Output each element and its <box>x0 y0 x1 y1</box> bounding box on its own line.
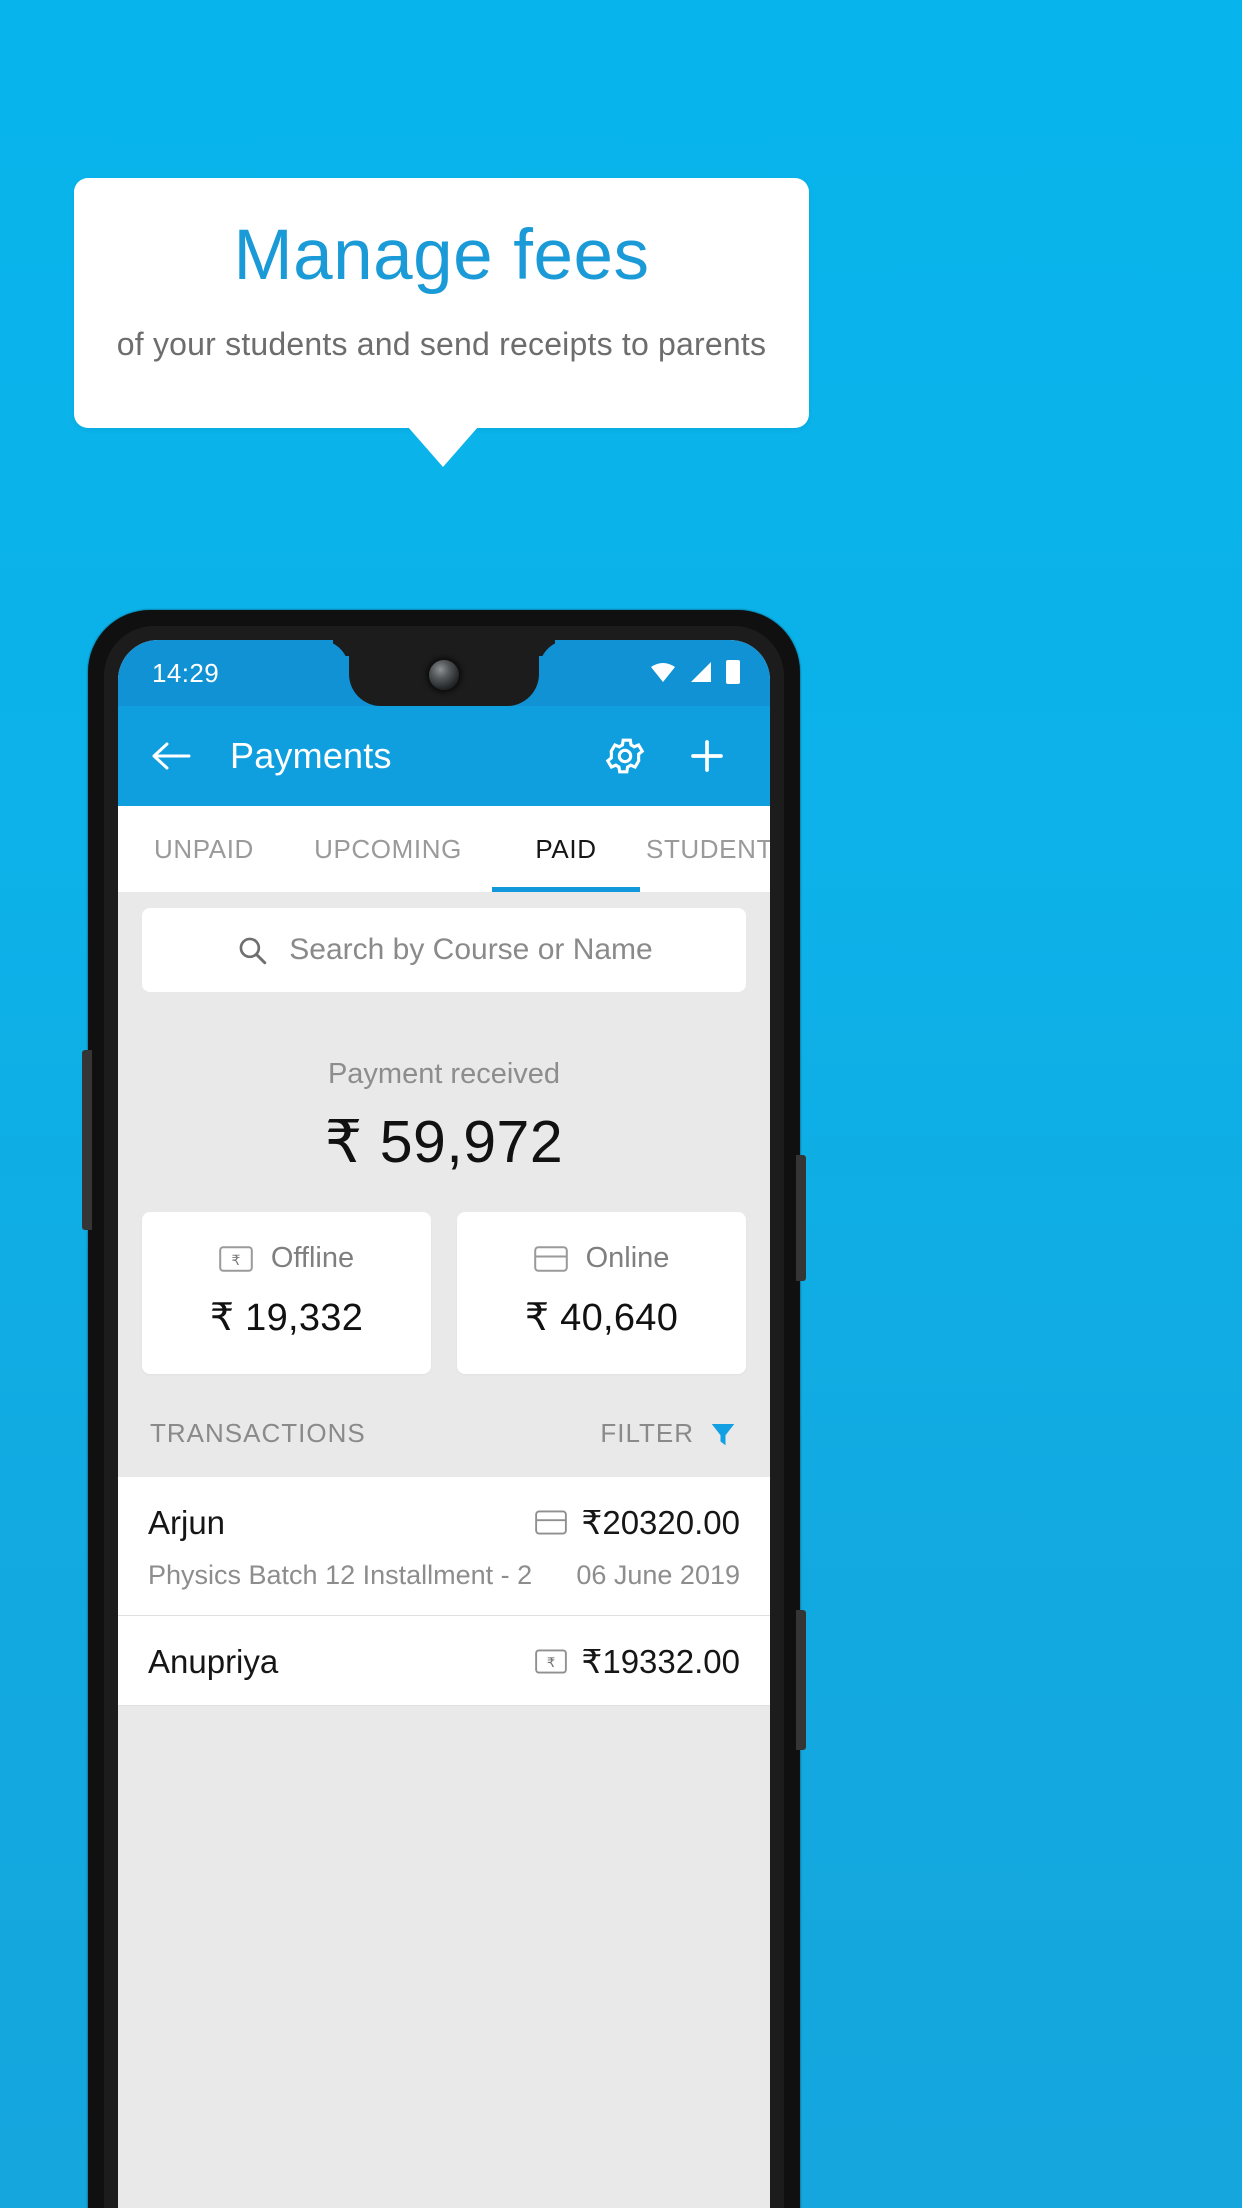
phone-volume-button-left[interactable] <box>82 1050 92 1230</box>
settings-button[interactable] <box>602 733 648 779</box>
paid-tab-content: Search by Course or Name Payment receive… <box>118 892 770 2208</box>
phone-volume-button-right[interactable] <box>796 1155 806 1281</box>
search-input[interactable]: Search by Course or Name <box>142 908 746 992</box>
transaction-amount: ₹20320.00 <box>581 1504 740 1541</box>
transaction-date: 06 June 2019 <box>576 1560 740 1590</box>
promo-bubble: Manage fees of your students and send re… <box>74 178 809 428</box>
offline-card-amount: ₹ 19,332 <box>209 1297 364 1339</box>
offline-card-head: ₹ Offline <box>142 1242 431 1275</box>
online-card-head: Online <box>457 1242 746 1275</box>
transaction-row-secondary: Physics Batch 12 Installment - 2 06 June… <box>148 1560 740 1591</box>
transaction-amount-group: ₹ ₹19332.00 <box>535 1642 740 1681</box>
search-icon <box>239 937 267 965</box>
search-section: Search by Course or Name <box>118 892 770 992</box>
transactions-title: TRANSACTIONS <box>150 1418 366 1448</box>
online-card-amount: ₹ 40,640 <box>524 1297 679 1339</box>
transaction-row-primary: Anupriya ₹ ₹19332.00 <box>148 1642 740 1681</box>
transactions-header: TRANSACTIONS FILTER <box>118 1374 770 1477</box>
add-payment-button[interactable] <box>684 733 730 779</box>
transaction-name: Arjun <box>148 1503 226 1541</box>
funnel-icon <box>711 1423 735 1445</box>
transaction-amount-group: ₹20320.00 <box>535 1503 740 1542</box>
tab-unpaid[interactable]: UNPAID <box>118 806 290 892</box>
back-arrow-icon <box>152 742 191 770</box>
phone-mockup: 14:29 Payments UNPAID UPCOMING PAID STUD… <box>82 610 806 2208</box>
search-placeholder: Search by Course or Name <box>289 933 653 966</box>
tab-bar: UNPAID UPCOMING PAID STUDENTS <box>118 806 770 892</box>
transaction-amount: ₹19332.00 <box>581 1643 740 1680</box>
phone-screen: 14:29 Payments UNPAID UPCOMING PAID STUD… <box>118 640 770 2208</box>
status-icons <box>650 660 740 684</box>
summary-cards: ₹ Offline ₹ 19,332 Online ₹ 40,640 <box>118 1176 770 1374</box>
tab-students[interactable]: STUDENTS <box>646 806 770 892</box>
offline-card-label: Offline <box>270 1242 355 1274</box>
transaction-row-primary: Arjun ₹20320.00 <box>148 1503 740 1542</box>
signal-icon <box>691 662 711 682</box>
phone-notch <box>349 640 539 706</box>
credit-card-icon <box>533 1245 568 1272</box>
table-row[interactable]: Arjun ₹20320.00 Physics Batch 12 Install… <box>118 1477 770 1616</box>
credit-card-icon <box>535 1510 568 1535</box>
transactions-list: Arjun ₹20320.00 Physics Batch 12 Install… <box>118 1477 770 1706</box>
battery-icon <box>726 660 740 684</box>
wifi-icon <box>651 663 675 682</box>
payment-received-amount: ₹ 59,972 <box>324 1109 564 1175</box>
app-bar-actions <box>602 733 730 779</box>
gear-icon <box>605 738 645 774</box>
transaction-name: Anupriya <box>148 1642 279 1680</box>
front-camera-icon <box>429 660 459 690</box>
svg-text:₹: ₹ <box>547 1656 555 1671</box>
promo-subtitle: of your students and send receipts to pa… <box>116 326 767 362</box>
page-title: Payments <box>230 735 392 776</box>
tab-upcoming[interactable]: UPCOMING <box>290 806 486 892</box>
status-time: 14:29 <box>152 658 220 688</box>
phone-power-button[interactable] <box>796 1610 806 1750</box>
promo-bubble-tail <box>408 427 478 467</box>
transaction-description: Physics Batch 12 Installment - 2 <box>148 1560 533 1590</box>
banknote-rupee-icon: ₹ <box>219 1245 253 1272</box>
promo-stage: Manage fees of your students and send re… <box>0 0 1242 2208</box>
online-card-label: Online <box>585 1242 670 1274</box>
promo-title: Manage fees <box>233 216 650 295</box>
payment-received-label: Payment received <box>327 1058 561 1090</box>
banknote-rupee-icon: ₹ <box>535 1649 568 1674</box>
tab-paid[interactable]: PAID <box>486 806 646 892</box>
app-bar: Payments <box>118 706 770 806</box>
table-row[interactable]: Anupriya ₹ ₹19332.00 <box>118 1616 770 1706</box>
back-button[interactable] <box>150 734 194 778</box>
svg-text:₹: ₹ <box>231 1253 240 1269</box>
filter-button[interactable]: FILTER <box>600 1418 738 1449</box>
plus-icon <box>691 740 723 772</box>
online-summary-card[interactable]: Online ₹ 40,640 <box>457 1212 746 1374</box>
offline-summary-card[interactable]: ₹ Offline ₹ 19,332 <box>142 1212 431 1374</box>
filter-label: FILTER <box>600 1418 694 1448</box>
